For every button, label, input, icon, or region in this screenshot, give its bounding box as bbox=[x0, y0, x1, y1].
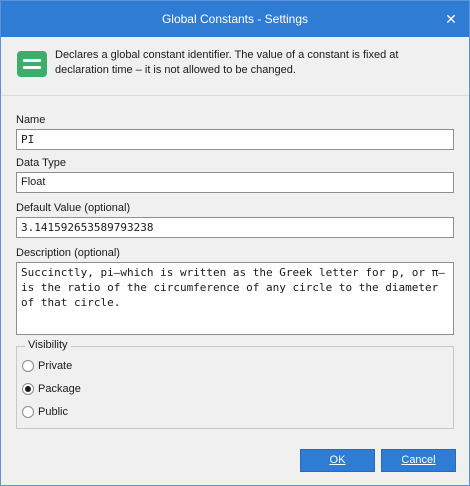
description-label: Description (optional) bbox=[16, 247, 120, 259]
default-value-label: Default Value (optional) bbox=[16, 202, 131, 214]
data-type-label: Data Type bbox=[16, 157, 66, 169]
title-bar: Global Constants - Settings ✕ bbox=[1, 1, 469, 37]
data-type-select[interactable]: Float bbox=[16, 172, 454, 193]
name-label: Name bbox=[16, 114, 46, 126]
radio-label-public: Public bbox=[38, 406, 68, 418]
cancel-button[interactable]: Cancel bbox=[381, 449, 456, 472]
visibility-group: Visibility Private Package Public bbox=[16, 339, 454, 429]
settings-dialog: Global Constants - Settings ✕ Declares a… bbox=[0, 0, 470, 486]
description-field[interactable]: Succinctly, pi—which is written as the G… bbox=[16, 262, 454, 335]
visibility-title: Visibility bbox=[25, 339, 71, 351]
default-value-field[interactable] bbox=[16, 217, 454, 238]
info-banner: Declares a global constant identifier. T… bbox=[1, 37, 469, 95]
radio-label-package: Package bbox=[38, 383, 81, 395]
radio-private[interactable] bbox=[22, 360, 34, 372]
close-icon[interactable]: ✕ bbox=[441, 9, 461, 29]
divider bbox=[1, 95, 469, 96]
radio-package[interactable] bbox=[22, 383, 34, 395]
window-title: Global Constants - Settings bbox=[161, 12, 309, 26]
constant-icon bbox=[17, 51, 47, 77]
radio-public[interactable] bbox=[22, 406, 34, 418]
ok-button[interactable]: OK bbox=[300, 449, 375, 472]
radio-label-private: Private bbox=[38, 360, 73, 372]
info-description: Declares a global constant identifier. T… bbox=[55, 49, 399, 76]
name-field[interactable] bbox=[16, 129, 454, 150]
